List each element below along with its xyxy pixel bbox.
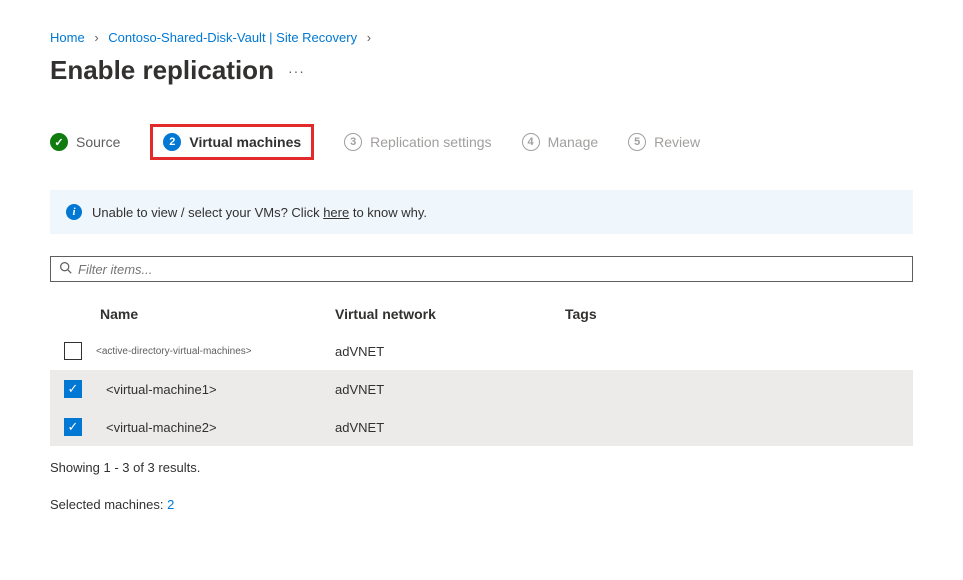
step-replication-settings[interactable]: 3 Replication settings (344, 133, 491, 151)
step-review[interactable]: 5 Review (628, 133, 700, 151)
row-name: <virtual-machine2> (96, 420, 321, 435)
step-label: Virtual machines (189, 134, 301, 150)
step-number-icon: 2 (163, 133, 181, 151)
step-label: Review (654, 134, 700, 150)
info-text: Unable to view / select your VMs? Click … (92, 205, 427, 220)
header-name: Name (100, 306, 335, 322)
selected-count: 2 (167, 497, 174, 512)
page-title: Enable replication (50, 55, 274, 86)
info-pre: Unable to view / select your VMs? Click (92, 205, 323, 220)
search-icon (59, 261, 72, 277)
info-icon: i (66, 204, 82, 220)
table-row[interactable]: ✓ <virtual-machine2> adVNET (50, 408, 913, 446)
row-vnet: adVNET (335, 420, 565, 435)
info-bar: i Unable to view / select your VMs? Clic… (50, 190, 913, 234)
row-name: <active-directory-virtual-machines> (96, 346, 321, 357)
step-number-icon: 4 (522, 133, 540, 151)
step-number-icon: 3 (344, 133, 362, 151)
check-icon: ✓ (50, 133, 68, 151)
step-source[interactable]: ✓ Source (50, 133, 120, 151)
breadcrumb-vault[interactable]: Contoso-Shared-Disk-Vault | Site Recover… (108, 30, 357, 45)
step-label: Source (76, 134, 120, 150)
checkbox-checked[interactable]: ✓ (64, 380, 82, 398)
row-vnet: adVNET (335, 344, 565, 359)
checkbox-checked[interactable]: ✓ (64, 418, 82, 436)
checkbox[interactable] (64, 342, 82, 360)
step-manage[interactable]: 4 Manage (522, 133, 599, 151)
header-tags: Tags (565, 306, 899, 322)
info-link[interactable]: here (323, 205, 349, 220)
more-icon[interactable]: ··· (288, 63, 305, 79)
chevron-right-icon: › (367, 30, 371, 45)
row-name: <virtual-machine1> (96, 382, 321, 397)
step-label: Manage (548, 134, 599, 150)
step-number-icon: 5 (628, 133, 646, 151)
filter-input[interactable] (78, 262, 904, 277)
filter-box[interactable] (50, 256, 913, 282)
step-label: Replication settings (370, 134, 491, 150)
info-post: to know why. (349, 205, 427, 220)
selected-label: Selected machines: (50, 497, 167, 512)
table-row[interactable]: ✓ <virtual-machine1> adVNET (50, 370, 913, 408)
table-row[interactable]: <active-directory-virtual-machines> adVN… (50, 332, 913, 370)
row-vnet: adVNET (335, 382, 565, 397)
breadcrumb: Home › Contoso-Shared-Disk-Vault | Site … (50, 30, 913, 45)
header-vnet: Virtual network (335, 306, 565, 322)
step-virtual-machines[interactable]: 2 Virtual machines (150, 124, 314, 160)
breadcrumb-home[interactable]: Home (50, 30, 85, 45)
table-header: Name Virtual network Tags (50, 296, 913, 332)
selected-machines: Selected machines: 2 (50, 497, 913, 512)
chevron-right-icon: › (94, 30, 98, 45)
results-text: Showing 1 - 3 of 3 results. (50, 460, 913, 475)
page-title-row: Enable replication ··· (50, 55, 913, 86)
wizard-steps: ✓ Source 2 Virtual machines 3 Replicatio… (50, 124, 913, 160)
